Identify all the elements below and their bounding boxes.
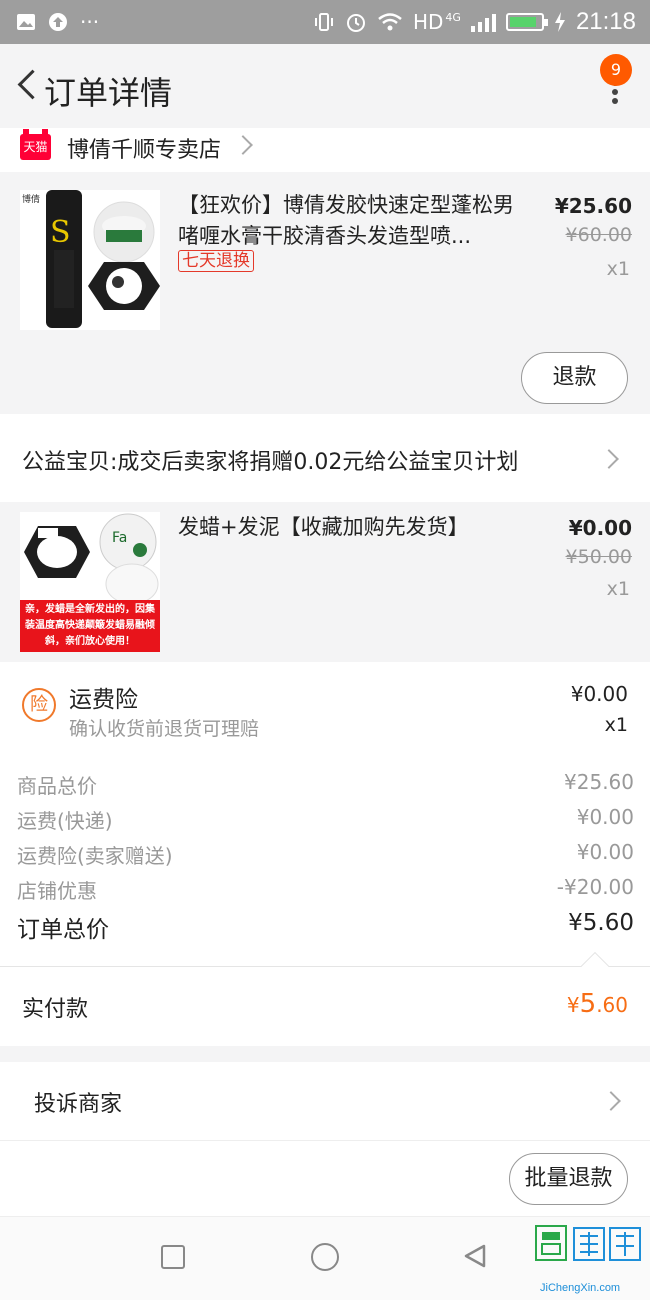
summary-value: -¥20.00	[556, 875, 634, 899]
svg-text:博倩: 博倩	[22, 193, 40, 205]
summary-row-goods-total: 商品总价 ¥25.60	[17, 770, 634, 798]
charging-icon	[554, 12, 565, 32]
chevron-right-icon	[233, 135, 253, 155]
paid-amount: ¥5.60	[567, 989, 628, 1019]
watermark-emblem	[535, 1225, 641, 1261]
alarm-icon	[346, 14, 365, 32]
status-bar: ··· HD 4G 21:18	[0, 0, 650, 44]
insurance-icon: 险	[22, 688, 56, 722]
order-total-label: 订单总价	[17, 917, 109, 943]
seven-day-return-tag: 七天退换	[178, 250, 254, 272]
product-name: 发蜡+发泥【收藏加购先发货】	[178, 515, 469, 539]
product-name: 【狂欢价】博倩发胶快速定型蓬松男啫喱水膏干胶清香头发造型喷...	[178, 193, 514, 248]
bottom-action-bar: 批量退款	[0, 1140, 650, 1216]
status-time: 21:18	[575, 8, 636, 35]
vibrate-icon	[314, 13, 333, 31]
product-image: Fa 亲，发蜡是全新发出的，因集装温度高快递颠簸发蜡易融倾斜，亲们放心使用！	[20, 512, 160, 652]
complain-merchant-row[interactable]: 投诉商家	[0, 1062, 650, 1140]
shipping-insurance-row: 险 运费险 确认收货前退货可理赔 ¥0.00 x1	[0, 662, 650, 762]
tmall-logo: 天猫	[20, 129, 51, 160]
summary-row-shop-discount: 店铺优惠 -¥20.00	[17, 875, 634, 903]
chevron-right-icon	[599, 449, 619, 469]
insurance-title: 运费险	[69, 687, 138, 713]
summary-label: 商品总价	[17, 774, 97, 798]
status-left-icons: ···	[16, 10, 99, 34]
product-image-caption: 亲，发蜡是全新发出的，因集装温度高快递颠簸发蜡易融倾斜，亲们放心使用！	[25, 604, 155, 647]
charity-text: 公益宝贝:成交后卖家将捐赠0.02元给公益宝贝计划	[22, 450, 519, 475]
summary-row-order-total: 订单总价 ¥5.60	[17, 910, 634, 943]
paid-amount-integer: 5	[579, 989, 597, 1019]
paid-label: 实付款	[22, 997, 89, 1022]
signal-icon	[470, 12, 496, 32]
page-title: 订单详情	[44, 74, 173, 112]
battery-icon	[505, 13, 548, 31]
insurance-subtitle: 确认收货前退货可理赔	[69, 718, 260, 740]
summary-label: 运费(快递)	[17, 809, 113, 833]
more-notifications-icon: ···	[80, 10, 100, 34]
product-original-price: ¥50.00	[565, 546, 632, 568]
watermark-text: JiChengXin.com	[540, 1282, 621, 1294]
watermark-logo: JiChengXin.com	[534, 1220, 648, 1300]
paid-amount-decimal: .60	[596, 993, 628, 1017]
price-summary: 商品总价 ¥25.60 运费(快递) ¥0.00 运费险(卖家赠送) ¥0.00…	[0, 762, 650, 966]
product-price: ¥0.00	[568, 516, 632, 540]
shop-row[interactable]: 天猫 博倩千顺专卖店	[0, 128, 650, 172]
home-icon[interactable]	[311, 1243, 339, 1271]
paid-currency: ¥	[566, 993, 580, 1017]
upload-icon	[49, 13, 67, 31]
nav-bar: 订单详情 9	[0, 44, 650, 130]
summary-row-shipping: 运费(快递) ¥0.00	[17, 805, 634, 833]
product-item[interactable]: 博倩 S 【狂欢价】博倩发胶快速定型蓬松男啫喱水膏干胶清香头发造型喷... 七天…	[0, 172, 650, 414]
complain-merchant-label: 投诉商家	[34, 1092, 123, 1117]
summary-label: 店铺优惠	[17, 879, 97, 903]
product-item[interactable]: Fa 亲，发蜡是全新发出的，因集装温度高快递颠簸发蜡易融倾斜，亲们放心使用！ 发…	[0, 502, 650, 662]
svg-text:S: S	[50, 215, 71, 250]
svg-text:Fa: Fa	[112, 530, 127, 546]
wifi-icon	[378, 13, 402, 31]
hair-product-image: 博倩 S	[20, 190, 160, 330]
insurance-quantity: x1	[604, 714, 628, 736]
network-type: 4G	[445, 10, 461, 24]
back-arrow-icon[interactable]	[12, 66, 44, 106]
paid-amount-row: 实付款 ¥5.60	[0, 951, 650, 1046]
product-quantity: x1	[606, 578, 630, 600]
summary-value: ¥0.00	[576, 840, 634, 864]
bulk-refund-button[interactable]: 批量退款	[509, 1153, 628, 1205]
product-quantity: x1	[606, 258, 630, 280]
order-total-value: ¥5.60	[568, 910, 634, 936]
shop-name: 博倩千顺专卖店	[67, 138, 222, 163]
image-icon	[17, 14, 35, 30]
charity-row[interactable]: 公益宝贝:成交后卖家将捐赠0.02元给公益宝贝计划	[0, 414, 650, 502]
product-price: ¥25.60	[554, 194, 632, 218]
status-right-icons: HD 4G 21:18	[313, 8, 636, 36]
summary-value: ¥25.60	[564, 770, 634, 794]
product-image: 博倩 S	[20, 190, 160, 330]
network-label: HD	[412, 10, 444, 34]
summary-value: ¥0.00	[576, 805, 634, 829]
insurance-amount: ¥0.00	[570, 682, 628, 706]
refund-button[interactable]: 退款	[521, 352, 628, 404]
summary-label: 运费险(卖家赠送)	[17, 844, 173, 868]
product-original-price: ¥60.00	[565, 224, 632, 246]
summary-row-insurance: 运费险(卖家赠送) ¥0.00	[17, 840, 634, 868]
notification-badge: 9	[600, 54, 632, 86]
recent-apps-icon[interactable]	[161, 1245, 185, 1269]
chevron-right-icon	[601, 1091, 621, 1111]
back-icon[interactable]	[462, 1243, 488, 1269]
